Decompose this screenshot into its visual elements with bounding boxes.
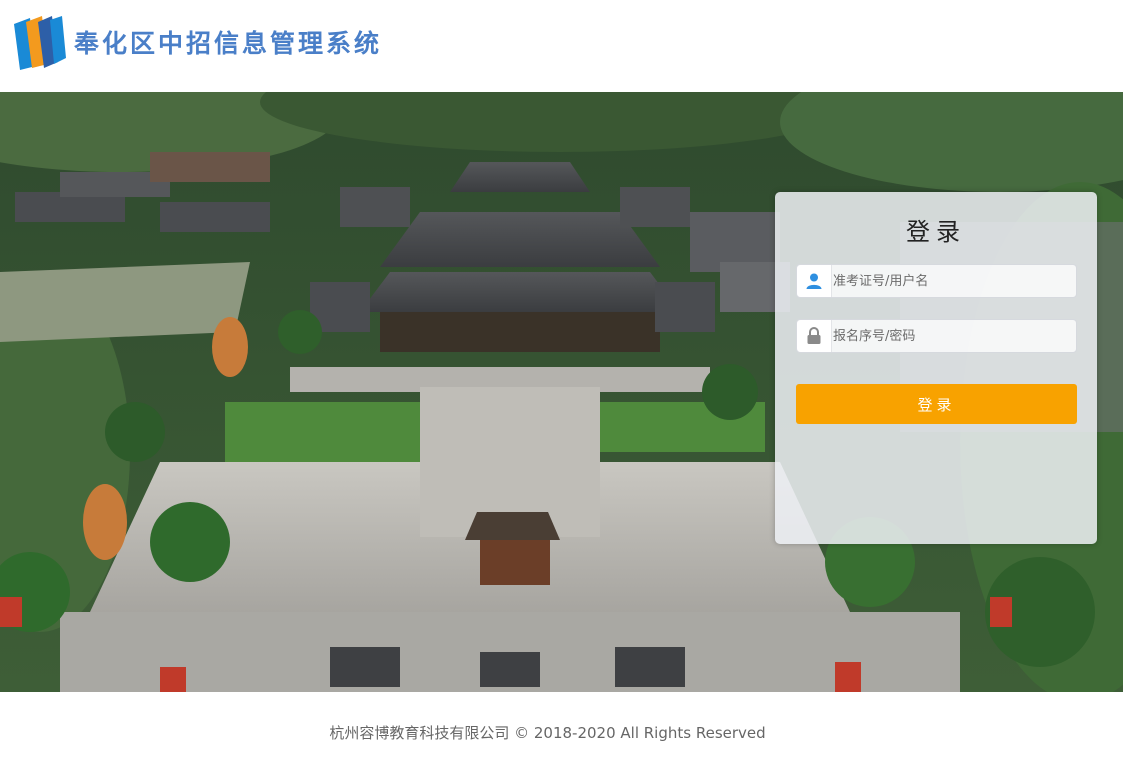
login-panel: 登录 登录 xyxy=(775,192,1097,544)
footer: 杭州容博教育科技有限公司 © 2018-2020 All Rights Rese… xyxy=(0,692,1123,769)
logo-icon xyxy=(12,14,68,70)
password-input[interactable] xyxy=(832,320,1073,352)
app-title: 奉化区中招信息管理系统 xyxy=(74,29,383,58)
password-field[interactable] xyxy=(796,319,1077,353)
lock-icon xyxy=(797,320,832,352)
login-title: 登录 xyxy=(906,218,966,246)
user-icon xyxy=(797,265,832,297)
copyright-text: 杭州容博教育科技有限公司 © 2018-2020 All Rights Rese… xyxy=(329,724,766,742)
username-input[interactable] xyxy=(832,265,1073,297)
login-button[interactable]: 登录 xyxy=(796,384,1077,424)
username-field[interactable] xyxy=(796,264,1077,298)
header: 奉化区中招信息管理系统 xyxy=(0,0,1123,92)
